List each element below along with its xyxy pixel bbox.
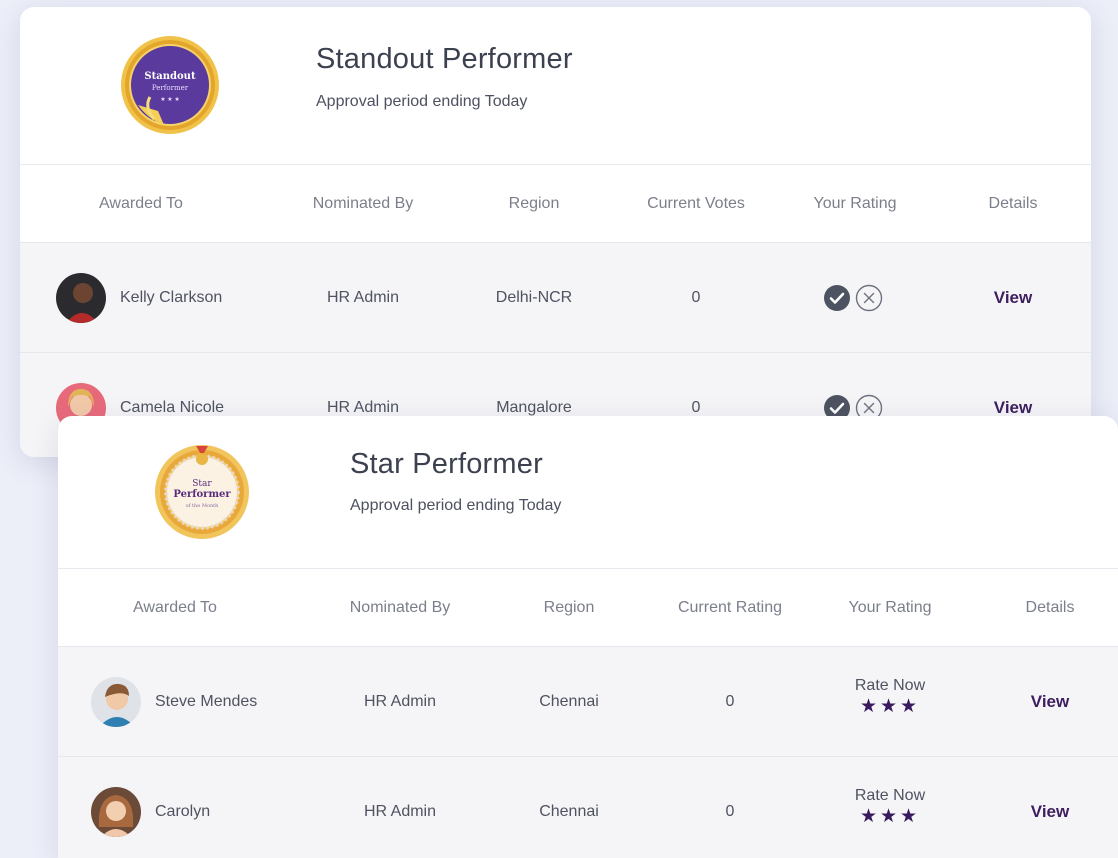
svg-text:★ ★ ★: ★ ★ ★ <box>160 96 179 103</box>
nominated-by-cell: HR Admin <box>363 803 437 820</box>
avatar <box>91 677 141 727</box>
star-performer-badge: Star Performer of the Month <box>152 440 252 540</box>
standout-performer-card: Standout Performer ★ ★ ★ Standout Perfor… <box>20 7 1091 457</box>
region-cell: Chennai <box>539 803 599 820</box>
column-header-nominated-by: Nominated By <box>349 599 451 616</box>
current-rating-cell: 0 <box>725 803 735 820</box>
reject-x-icon[interactable] <box>855 284 883 312</box>
column-header-details: Details <box>988 195 1038 212</box>
column-header-region: Region <box>543 599 595 616</box>
award-title: Star Performer <box>350 448 543 480</box>
awardee-name: Kelly Clarkson <box>120 289 223 306</box>
rate-now-control[interactable]: Rate Now ★★★ <box>855 677 925 717</box>
standout-performer-badge: Standout Performer ★ ★ ★ <box>120 35 220 135</box>
column-header-your-rating: Your Rating <box>813 195 897 212</box>
badge-line3: of the Month <box>186 503 220 509</box>
awarded-to-cell: Steve Mendes <box>91 647 257 757</box>
region-cell: Delhi-NCR <box>495 289 573 306</box>
table-row: Carolyn HR Admin Chennai 0 Rate Now ★★★ … <box>58 757 1118 858</box>
region-cell: Chennai <box>539 693 599 710</box>
badge-line2: Performer <box>173 489 231 500</box>
view-details-link[interactable]: View <box>1031 757 1069 858</box>
table-header: Awarded To Nominated By Region Current R… <box>58 569 1118 647</box>
nominated-by-cell: HR Admin <box>363 693 437 710</box>
rate-now-control[interactable]: Rate Now ★★★ <box>855 787 925 827</box>
current-rating-cell: 0 <box>725 693 735 710</box>
table-row: Kelly Clarkson HR Admin Delhi-NCR 0 View <box>20 243 1091 353</box>
column-header-region: Region <box>508 195 560 212</box>
card-header: Standout Performer ★ ★ ★ Standout Perfor… <box>20 7 1091 165</box>
nominated-by-cell: HR Admin <box>326 289 400 306</box>
awardee-name: Camela Nicole <box>120 399 225 416</box>
approve-check-icon[interactable] <box>823 284 851 312</box>
avatar <box>91 787 141 837</box>
column-header-awarded-to: Awarded To <box>133 599 217 616</box>
star-performer-card: Star Performer of the Month Star Perform… <box>58 416 1118 858</box>
badge-line1: Star <box>192 479 212 489</box>
badge-line1: Standout <box>144 71 196 82</box>
rate-now-label[interactable]: Rate Now <box>855 787 925 805</box>
rate-now-label[interactable]: Rate Now <box>855 677 925 695</box>
column-header-your-rating: Your Rating <box>848 599 932 616</box>
badge-line2: Performer <box>152 84 189 92</box>
table-row: Steve Mendes HR Admin Chennai 0 Rate Now… <box>58 647 1118 757</box>
view-details-link[interactable]: View <box>994 243 1032 353</box>
card-header: Star Performer of the Month Star Perform… <box>58 416 1118 569</box>
avatar <box>56 273 106 323</box>
star-icon[interactable]: ★★★ <box>855 697 925 717</box>
view-details-link[interactable]: View <box>1031 647 1069 757</box>
column-header-current-votes: Current Votes <box>647 195 745 212</box>
column-header-details: Details <box>1025 599 1075 616</box>
awardee-name: Carolyn <box>155 803 211 820</box>
approval-period-text: Approval period ending Today <box>316 93 528 110</box>
awarded-to-cell: Kelly Clarkson <box>56 243 222 353</box>
column-header-current-rating: Current Rating <box>677 599 783 616</box>
approval-period-text: Approval period ending Today <box>350 497 562 514</box>
star-icon[interactable]: ★★★ <box>855 807 925 827</box>
table-header: Awarded To Nominated By Region Current V… <box>20 165 1091 243</box>
current-votes-cell: 0 <box>691 289 701 306</box>
column-header-nominated-by: Nominated By <box>312 195 414 212</box>
your-rating-actions <box>823 243 883 353</box>
column-header-awarded-to: Awarded To <box>99 195 183 212</box>
award-title: Standout Performer <box>316 43 573 75</box>
awarded-to-cell: Carolyn <box>91 757 210 858</box>
awardee-name: Steve Mendes <box>155 693 258 710</box>
